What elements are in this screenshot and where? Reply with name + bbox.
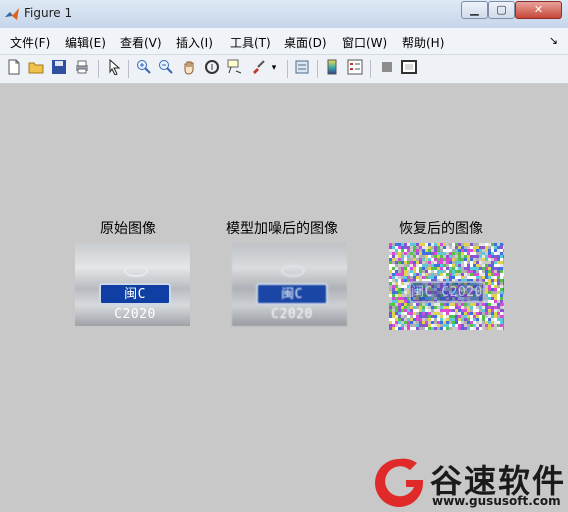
menu-tools[interactable]: 工具(T) [230, 34, 271, 51]
minimize-button[interactable]: ▁ [461, 1, 488, 19]
link-plot-icon[interactable] [293, 59, 311, 77]
legend-icon[interactable] [346, 59, 364, 77]
panel-title-noisy: 模型加噪后的图像 [226, 221, 338, 237]
dock-arrow-icon[interactable]: ↘ [549, 34, 558, 47]
menu-bar: 文件(F) 编辑(E) 查看(V) 插入(I) 工具(T) 桌面(D) 窗口(W… [0, 28, 568, 55]
pointer-icon[interactable] [105, 58, 123, 77]
save-icon[interactable] [50, 59, 68, 77]
zoom-out-icon[interactable] [157, 59, 175, 77]
figure-toolbar: ▾ [0, 55, 568, 84]
colorbar-icon[interactable] [323, 59, 341, 77]
license-plate: 闽C C2020 [99, 283, 171, 322]
brush-icon[interactable] [249, 59, 267, 77]
toolbar-separator [287, 60, 288, 78]
noisy-image: 闽C C2020 [232, 243, 347, 326]
toolbar-separator [370, 60, 371, 78]
restored-image: 闽C C2020 [389, 243, 504, 330]
brush-dropdown-icon[interactable]: ▾ [269, 59, 279, 77]
menu-edit[interactable]: 编辑(E) [65, 34, 106, 51]
open-file-icon[interactable] [27, 59, 45, 77]
show-plot-tools-icon[interactable] [400, 59, 418, 77]
panel-title-restored: 恢复后的图像 [399, 221, 483, 237]
pan-icon[interactable] [180, 59, 198, 77]
original-image: 闽C C2020 [75, 243, 190, 326]
menu-window[interactable]: 窗口(W) [342, 34, 387, 51]
menu-desktop[interactable]: 桌面(D) [284, 34, 327, 51]
new-figure-icon[interactable] [5, 59, 23, 77]
license-plate: 闽C C2020 [256, 283, 328, 322]
data-cursor-icon[interactable] [226, 59, 244, 77]
title-bar: Figure 1 ▁ ▢ ✕ [0, 0, 568, 29]
menu-file[interactable]: 文件(F) [10, 34, 50, 51]
toolbar-separator [317, 60, 318, 78]
close-button[interactable]: ✕ [515, 1, 562, 19]
watermark-url: www.gususoft.com [432, 494, 561, 508]
menu-help[interactable]: 帮助(H) [402, 34, 444, 51]
toolbar-separator [128, 60, 129, 78]
license-plate: 闽C C2020 [409, 281, 485, 303]
matlab-icon [5, 8, 19, 20]
gususoft-logo-icon [375, 458, 423, 507]
zoom-in-icon[interactable] [135, 59, 153, 77]
car-logo-icon [281, 265, 305, 277]
menu-view[interactable]: 查看(V) [120, 34, 162, 51]
print-icon[interactable] [73, 59, 91, 77]
window-title: Figure 1 [24, 6, 73, 20]
toolbar-separator [98, 60, 99, 78]
menu-insert[interactable]: 插入(I) [176, 34, 213, 51]
maximize-button[interactable]: ▢ [488, 1, 515, 19]
rotate-3d-icon[interactable] [203, 59, 221, 77]
hide-plot-tools-icon[interactable] [378, 59, 396, 77]
car-logo-icon [124, 265, 148, 277]
panel-title-original: 原始图像 [100, 221, 156, 237]
